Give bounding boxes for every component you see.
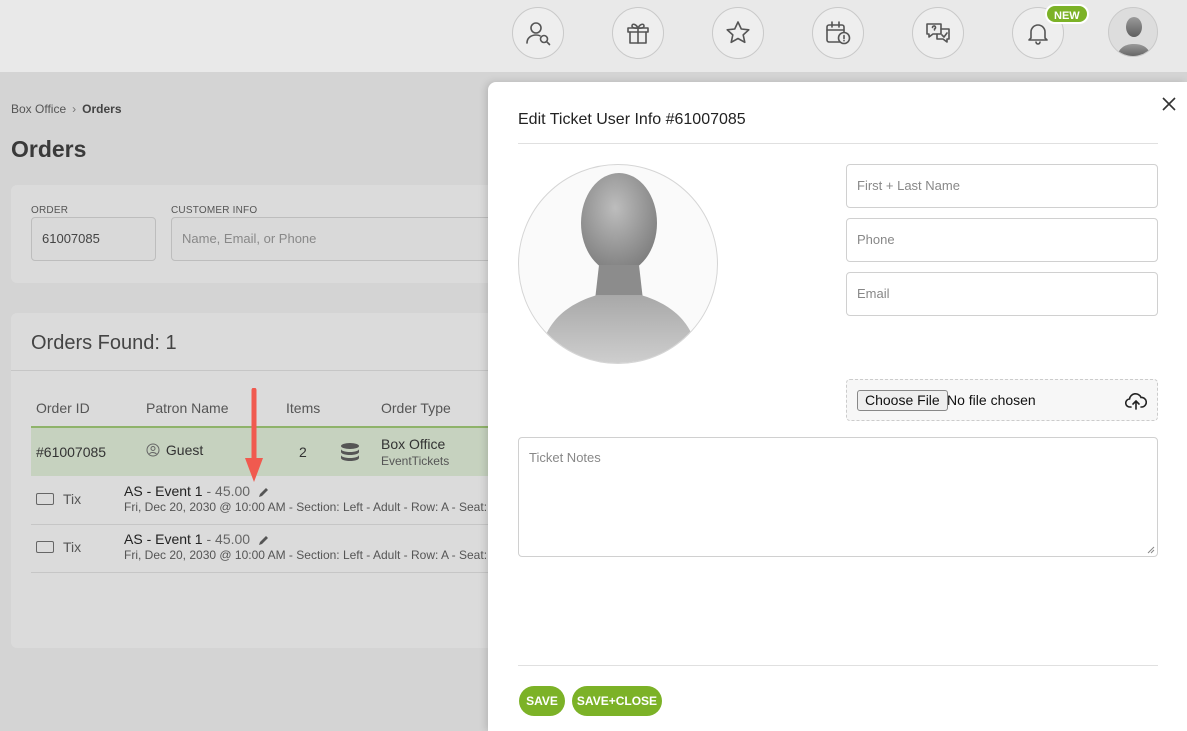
user-circle-icon (146, 443, 160, 457)
list-item: Tix AS - Event 1 - 45.00 Fri, Dec 20, 20… (31, 477, 511, 525)
tix-label: Tix (63, 539, 82, 555)
items-count: 2 (299, 444, 307, 460)
order-subtype: EventTickets (381, 454, 450, 468)
coins-icon (339, 440, 361, 465)
top-bar: NEW (0, 0, 1187, 72)
divider (518, 665, 1158, 666)
email-input[interactable]: Email (846, 272, 1158, 316)
ticket-price: - 45.00 (206, 483, 251, 499)
customer-info-label: CUSTOMER INFO (171, 205, 258, 216)
divider (518, 143, 1158, 144)
star-icon[interactable] (712, 7, 764, 59)
breadcrumb-parent[interactable]: Box Office (11, 102, 66, 116)
orders-found-label: Orders Found: (31, 332, 160, 354)
order-type: Box Office (381, 436, 446, 452)
order-label: ORDER (31, 205, 69, 216)
user-search-icon[interactable] (512, 7, 564, 59)
save-button[interactable]: SAVE (519, 686, 565, 716)
patron-name: Guest (165, 442, 204, 458)
resize-handle-icon[interactable] (1147, 546, 1155, 554)
ticket-icon (36, 541, 54, 553)
cloud-upload-icon[interactable] (1125, 391, 1147, 411)
ticket-detail: Fri, Dec 20, 2030 @ 10:00 AM - Section: … (124, 500, 494, 514)
ticket-title: AS - Event 1 - 45.00 (124, 483, 270, 499)
annotation-arrow-icon (245, 388, 263, 482)
order-id[interactable]: #61007085 (36, 444, 106, 460)
chat-help-icon[interactable] (912, 7, 964, 59)
table-row[interactable]: #61007085 Guest 2 Box Office EventTicket… (31, 426, 511, 476)
ticket-name: AS - Event 1 (124, 483, 203, 499)
box-icon[interactable] (612, 7, 664, 59)
breadcrumb: Box Office › Orders (11, 102, 122, 116)
orders-found-count: 1 (165, 332, 177, 354)
ticket-price: - 45.00 (206, 531, 251, 547)
list-item: Tix AS - Event 1 - 45.00 Fri, Dec 20, 20… (31, 525, 511, 573)
pencil-icon[interactable] (258, 534, 270, 546)
pencil-icon[interactable] (258, 486, 270, 498)
customer-info-input[interactable]: Name, Email, or Phone (171, 217, 511, 261)
save-close-button[interactable]: SAVE+CLOSE (572, 686, 662, 716)
ticket-icon (36, 493, 54, 505)
order-input[interactable]: 61007085 (31, 217, 156, 261)
file-status: No file chosen (947, 392, 1036, 408)
profile-photo-placeholder (518, 164, 718, 364)
ticket-notes-placeholder: Ticket Notes (529, 450, 601, 465)
name-input[interactable]: First + Last Name (846, 164, 1158, 208)
avatar[interactable] (1108, 7, 1158, 57)
ticket-title: AS - Event 1 - 45.00 (124, 531, 270, 547)
phone-input[interactable]: Phone (846, 218, 1158, 262)
file-upload: Choose File No file chosen (846, 379, 1158, 421)
tix-label: Tix (63, 491, 82, 507)
ticket-notes-textarea[interactable]: Ticket Notes (518, 437, 1158, 557)
modal-title: Edit Ticket User Info #61007085 (518, 111, 746, 128)
column-header-order-type[interactable]: Order Type (381, 400, 451, 416)
page-title: Orders (11, 136, 87, 162)
orders-found-heading: Orders Found: 1 (31, 332, 177, 355)
ticket-name: AS - Event 1 (124, 531, 203, 547)
patron-cell: Guest (146, 442, 203, 458)
filter-card: ORDER 61007085 CUSTOMER INFO Name, Email… (11, 185, 511, 283)
divider (11, 370, 511, 371)
breadcrumb-current: Orders (82, 102, 122, 116)
column-header-patron-name[interactable]: Patron Name (146, 400, 228, 416)
choose-file-button[interactable]: Choose File (857, 390, 948, 411)
edit-ticket-modal: Edit Ticket User Info #61007085 First + … (488, 82, 1187, 731)
column-header-items[interactable]: Items (286, 400, 320, 416)
chevron-right-icon: › (72, 102, 77, 116)
column-header-order-id[interactable]: Order ID (36, 400, 90, 416)
new-badge: NEW (1045, 4, 1089, 24)
calendar-alert-icon[interactable] (812, 7, 864, 59)
close-icon[interactable] (1159, 94, 1179, 114)
ticket-detail: Fri, Dec 20, 2030 @ 10:00 AM - Section: … (124, 548, 494, 562)
